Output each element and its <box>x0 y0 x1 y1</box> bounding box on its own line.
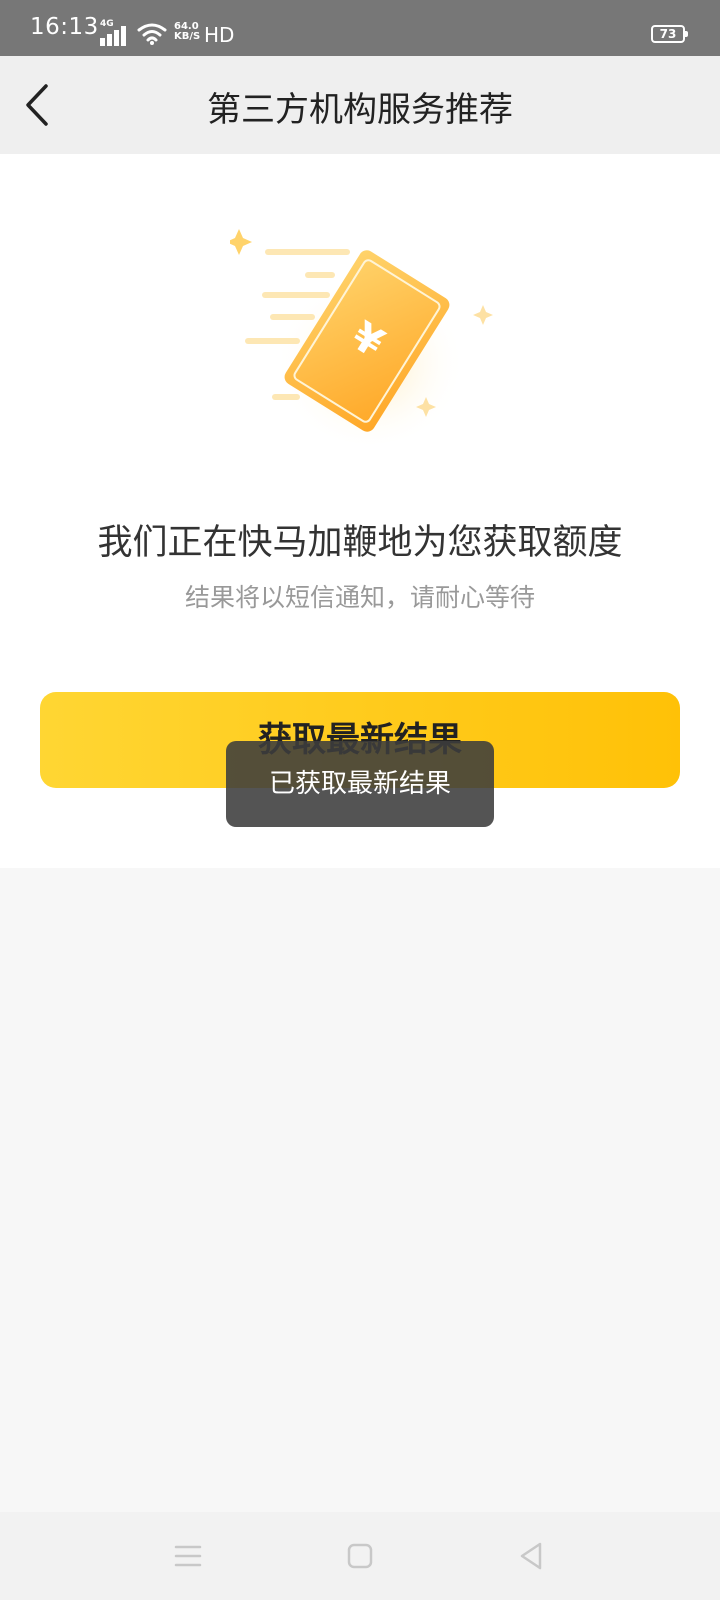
system-nav-bar <box>0 1512 720 1600</box>
header-bar: 第三方机构服务推荐 <box>0 56 720 154</box>
toast-message: 已获取最新结果 <box>226 741 494 827</box>
wifi-icon <box>137 23 167 45</box>
battery-icon: 73 <box>651 25 688 43</box>
status-time: 16:13 <box>30 14 99 40</box>
card-illustration-icon: ¥ <box>230 229 493 444</box>
menu-icon <box>174 1545 202 1567</box>
speed-unit: KB/S <box>174 31 201 42</box>
network-speed: 64.0 KB/S <box>174 22 202 42</box>
hd-indicator: HD <box>204 23 235 47</box>
nav-menu-button[interactable] <box>164 1532 212 1580</box>
back-triangle-icon <box>520 1542 542 1570</box>
status-bar: 16:13 4G 64.0 KB/S HD 73 <box>0 0 720 56</box>
page-title: 第三方机构服务推荐 <box>207 90 513 130</box>
cellular-signal-icon: 4G <box>100 19 132 46</box>
nav-home-button[interactable] <box>336 1532 384 1580</box>
home-icon <box>347 1543 373 1569</box>
status-sub-message: 结果将以短信通知，请耐心等待 <box>184 583 535 612</box>
status-message: 我们正在快马加鞭地为您获取额度 <box>97 523 623 563</box>
battery-level: 73 <box>659 27 677 41</box>
network-type: 4G <box>100 19 114 29</box>
nav-back-button[interactable] <box>508 1532 556 1580</box>
